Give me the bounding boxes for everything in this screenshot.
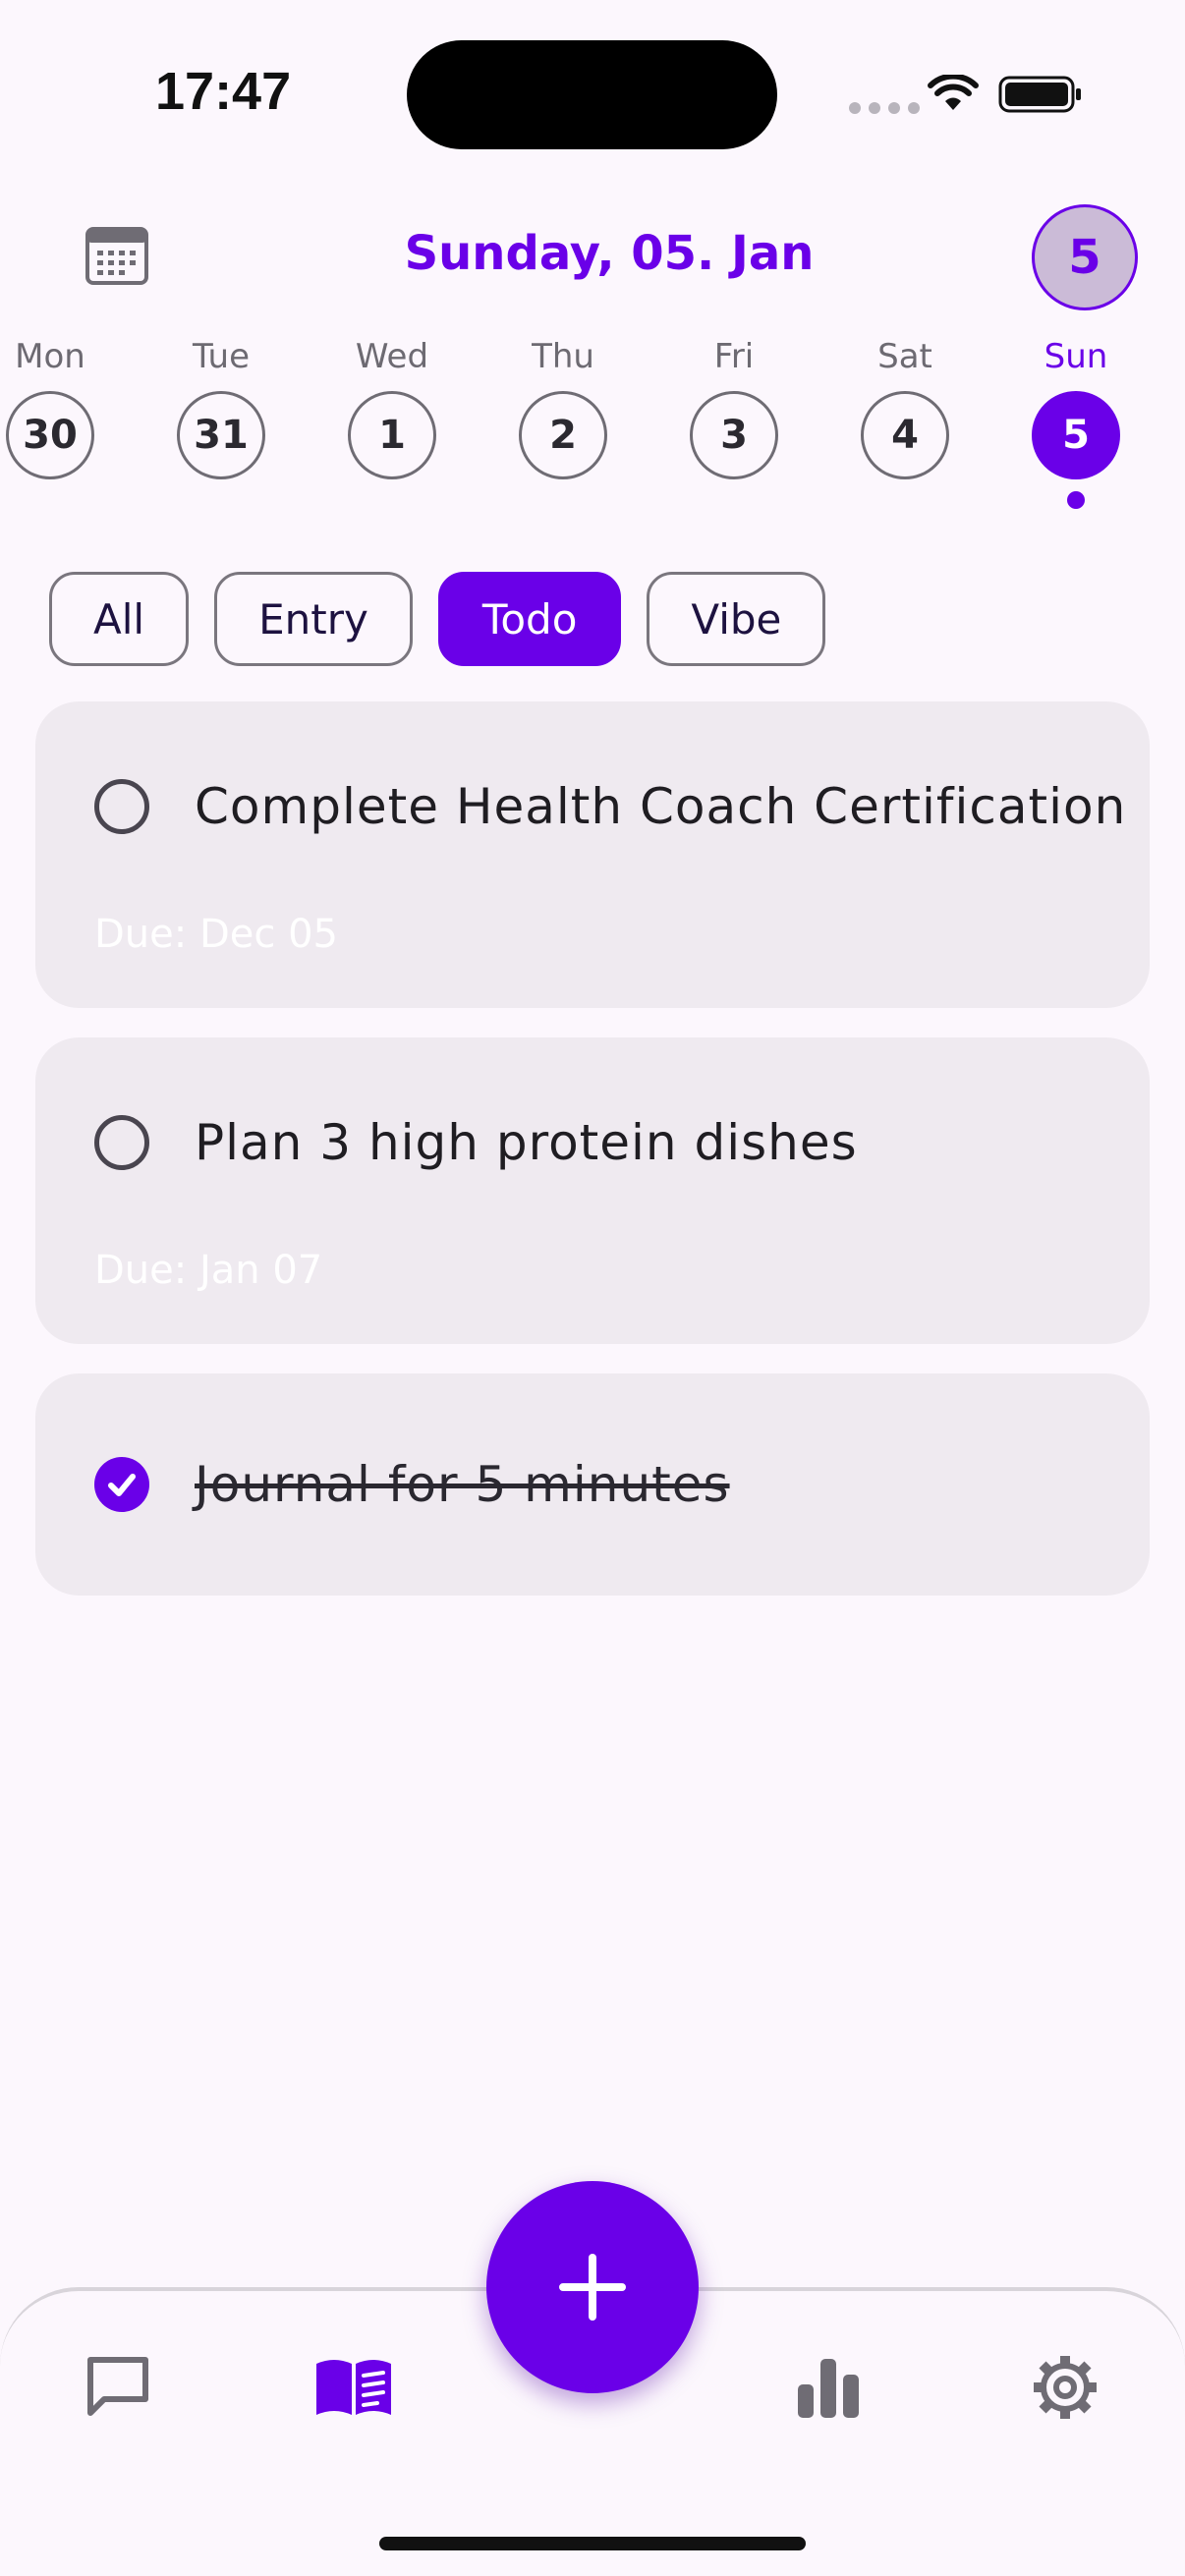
checked-circle-icon[interactable] (94, 1457, 149, 1512)
unchecked-circle-icon[interactable] (94, 1115, 149, 1170)
filter-todo[interactable]: Todo (437, 572, 622, 666)
filter-all[interactable]: All (49, 572, 190, 666)
todo-card[interactable]: Plan 3 high protein dishes Due: Jan 07 (35, 1037, 1150, 1344)
day-number: 2 (519, 391, 607, 479)
todo-text: Complete Health Coach Certification (195, 778, 1127, 835)
due-date: Due: Dec 05 (94, 912, 338, 957)
chat-icon[interactable] (79, 2348, 157, 2427)
settings-icon[interactable] (1026, 2348, 1104, 2427)
unchecked-circle-icon[interactable] (94, 779, 149, 834)
day-sat[interactable]: Sat 4 (841, 334, 969, 479)
day-name: Sun (1044, 337, 1108, 376)
journal-icon[interactable] (314, 2348, 393, 2427)
day-number: 1 (348, 391, 436, 479)
filter-vibe[interactable]: Vibe (647, 572, 826, 666)
day-fri[interactable]: Fri 3 (670, 334, 798, 479)
entry-dot (1067, 491, 1085, 509)
day-mon[interactable]: Mon 30 (0, 334, 114, 479)
day-sun[interactable]: Sun 5 (1012, 334, 1140, 509)
filter-chips: All Entry Todo Vibe (49, 572, 826, 666)
stats-icon[interactable] (789, 2348, 868, 2427)
todo-card[interactable]: Journal for 5 minutes (35, 1373, 1150, 1596)
dynamic-island (407, 40, 777, 149)
day-thu[interactable]: Thu 2 (499, 334, 627, 479)
day-wed[interactable]: Wed 1 (328, 334, 456, 479)
day-number: 4 (861, 391, 949, 479)
day-number: 31 (177, 391, 265, 479)
week-strip: Mon 30 Tue 31 Wed 1 Thu 2 Fri 3 Sat 4 Su… (0, 334, 1185, 521)
day-number: 30 (6, 391, 94, 479)
day-name: Mon (15, 337, 85, 376)
battery-icon (998, 76, 1081, 113)
filter-entry[interactable]: Entry (214, 572, 413, 666)
wifi-icon (928, 75, 979, 110)
day-name: Thu (532, 337, 594, 376)
day-name: Tue (192, 337, 251, 376)
plus-icon (559, 2254, 626, 2321)
day-name: Sat (877, 337, 932, 376)
todo-text: Journal for 5 minutes (195, 1456, 730, 1513)
day-name: Wed (355, 337, 429, 376)
day-tue[interactable]: Tue 31 (157, 334, 285, 479)
streak-badge[interactable]: 5 (1032, 204, 1138, 310)
day-name: Fri (713, 337, 755, 376)
day-number: 3 (690, 391, 778, 479)
due-date: Due: Jan 07 (94, 1248, 323, 1293)
calendar-icon[interactable] (85, 222, 149, 287)
page-title[interactable]: Sunday, 05. Jan (295, 226, 924, 281)
todo-text: Plan 3 high protein dishes (195, 1114, 858, 1171)
cellular-signal-icon (849, 102, 920, 114)
todo-card[interactable]: Complete Health Coach Certification Due:… (35, 701, 1150, 1008)
day-number: 5 (1032, 391, 1120, 479)
add-button[interactable] (486, 2181, 699, 2393)
home-indicator (379, 2537, 806, 2550)
status-time: 17:47 (155, 62, 292, 121)
